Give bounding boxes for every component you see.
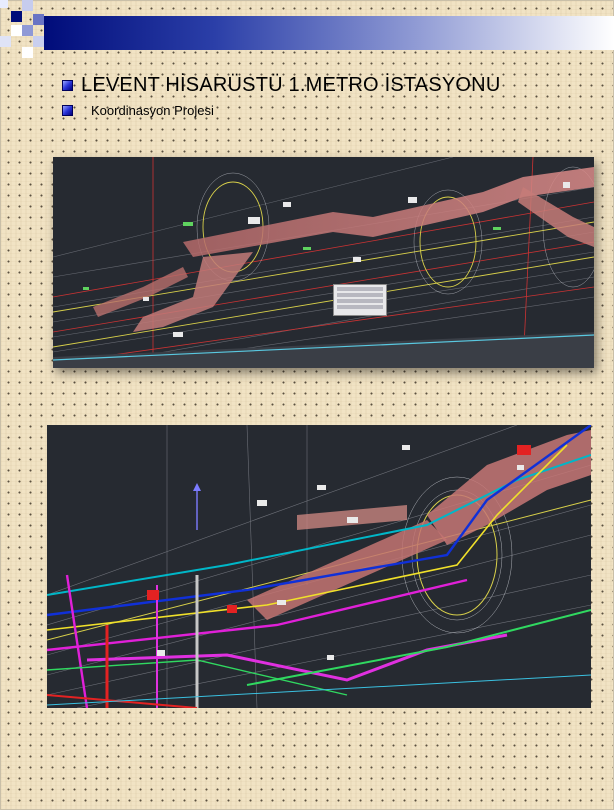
bullet-square-icon (62, 104, 73, 116)
slide-title: LEVENT HİSARÜSTÜ 1.METRO İSTASYONU (81, 73, 501, 96)
header-gradient-bar (44, 16, 614, 50)
cad-model-view-2 (47, 425, 591, 708)
slide-subtitle: Koordinasyon Projesi (91, 102, 214, 118)
subtitle-row: Koordinasyon Projesi (62, 101, 214, 119)
cad-model-view-1 (53, 157, 594, 368)
bullet-square-icon (62, 79, 73, 91)
title-row: LEVENT HİSARÜSTÜ 1.METRO İSTASYONU (62, 72, 500, 98)
block-reference-popup (333, 284, 387, 316)
